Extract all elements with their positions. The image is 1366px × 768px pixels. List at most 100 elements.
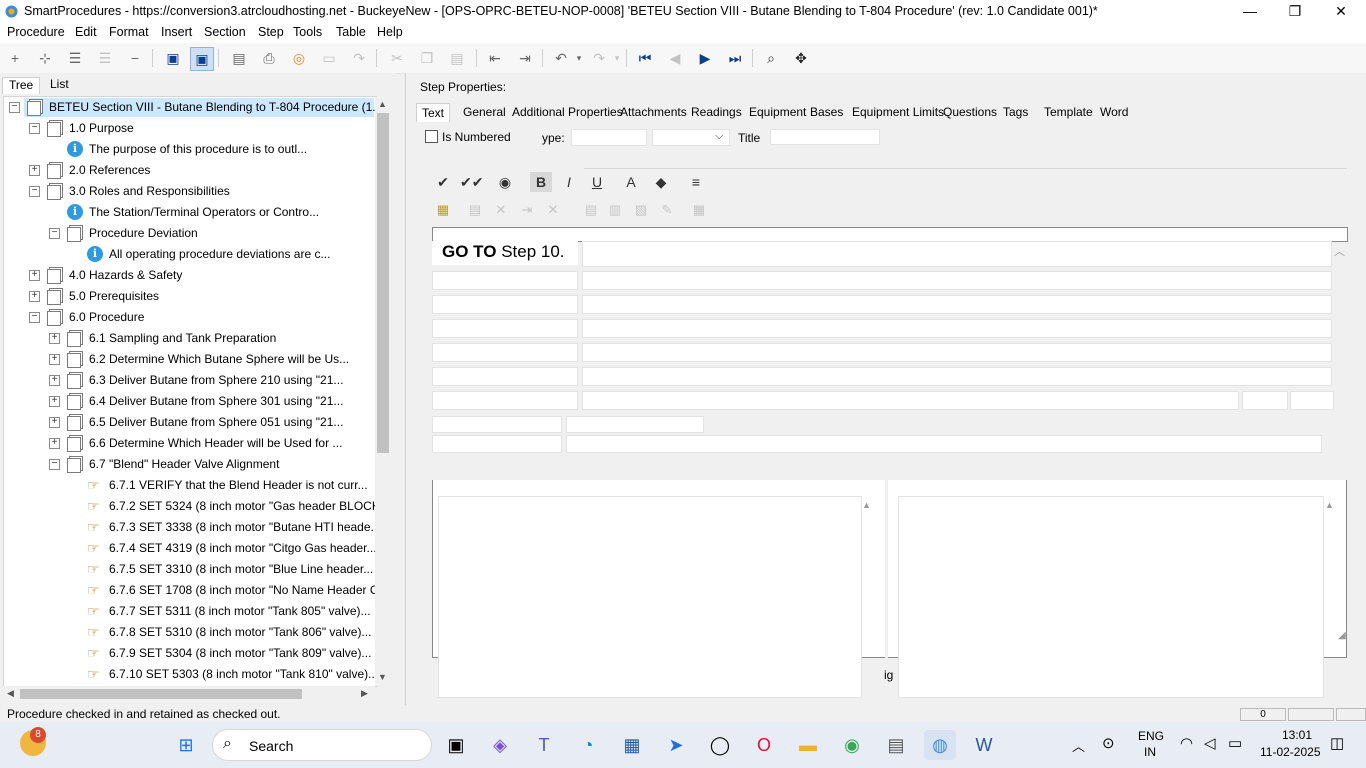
cut-icon[interactable]: ✂ <box>386 47 408 69</box>
grid-cell[interactable] <box>432 343 578 362</box>
menu-procedure[interactable]: Procedure <box>7 25 65 39</box>
notifications-icon[interactable]: ◫ <box>1330 734 1344 752</box>
opera-icon[interactable]: O <box>748 730 780 760</box>
table-edit-icon[interactable]: ✎ <box>656 200 678 220</box>
tab-equipment[interactable]: Equipment <box>744 103 811 123</box>
chrome-icon[interactable]: ◉ <box>836 730 868 760</box>
grid-cell[interactable] <box>432 295 578 314</box>
refresh-icon[interactable]: ◎ <box>288 47 310 69</box>
tab-bases[interactable]: Bases <box>805 103 848 123</box>
tree-node[interactable]: ☞ 6.7.3 SET 3338 (8 inch motor "Butane HT… <box>4 517 376 538</box>
menu-section[interactable]: Section <box>204 25 246 39</box>
first-icon[interactable]: ⏮ <box>634 47 656 69</box>
grid-cell[interactable] <box>432 319 578 338</box>
italic-icon[interactable]: I <box>558 172 580 192</box>
volume-icon[interactable]: ◁ <box>1204 734 1216 752</box>
scroll-thumb[interactable] <box>377 113 389 453</box>
smartprocedures-icon[interactable]: ◍ <box>924 730 956 760</box>
tab-attachments[interactable]: Attachments <box>615 103 692 123</box>
chevron-down-icon[interactable]: ⌵ <box>715 130 723 143</box>
scroll-down-icon[interactable]: ▼ <box>378 672 387 682</box>
bold-icon[interactable]: B <box>530 172 552 192</box>
spellcheck-icon[interactable]: ◉ <box>494 172 516 192</box>
redo-dropdown-icon[interactable]: ▾ <box>606 47 628 69</box>
tree-node[interactable]: − BETEU Section VIII - Butane Blending to… <box>4 97 376 118</box>
table-merge-icon[interactable]: ⇥ <box>516 200 538 220</box>
teams-icon[interactable]: T <box>528 730 560 760</box>
tab-tree[interactable]: Tree <box>2 77 41 94</box>
copilot-icon[interactable]: ◈ <box>484 730 516 760</box>
add-icon[interactable]: + <box>4 47 26 69</box>
table-rows-icon[interactable]: ▤ <box>580 200 602 220</box>
tree-node[interactable]: ☞ 6.7.2 SET 5324 (8 inch motor "Gas heade… <box>4 496 376 517</box>
tree-node[interactable]: ☞ 6.7.1 VERIFY that the Blend Header is n… <box>4 475 376 496</box>
tree-node[interactable]: ☞ 6.7.5 SET 3310 (8 inch motor "Blue Line… <box>4 559 376 580</box>
preview-icon[interactable]: ▭ <box>318 47 340 69</box>
tab-word[interactable]: Word <box>1095 103 1133 123</box>
tab-questions[interactable]: Questions <box>938 103 1002 123</box>
language-line2[interactable]: IN <box>1144 745 1156 759</box>
task-view-icon[interactable]: ▣ <box>440 730 472 760</box>
tree-node[interactable]: +6.5 Deliver Butane from Sphere 051 usin… <box>4 412 376 433</box>
scroll-up-icon[interactable]: ▲ <box>862 500 871 510</box>
tree-node[interactable]: +6.3 Deliver Butane from Sphere 210 usin… <box>4 370 376 391</box>
menu-tools[interactable]: Tools <box>293 25 322 39</box>
tree-node[interactable]: +4.0 Hazards & Safety <box>4 265 376 286</box>
table-split-icon[interactable]: ✕ <box>542 200 564 220</box>
expand-icon[interactable]: + <box>49 375 60 386</box>
app-icon[interactable]: ▤ <box>880 730 912 760</box>
dell-icon[interactable]: ◯ <box>704 730 736 760</box>
grid-cell[interactable] <box>432 391 578 410</box>
tree-node[interactable]: ☞ 6.7.7 SET 5311 (8 inch motor "Tank 805"… <box>4 601 376 622</box>
editor-text-cell[interactable]: GO TO Step 10. <box>432 241 578 265</box>
grid-cell[interactable] <box>582 295 1332 314</box>
scroll-up-icon[interactable]: ︿ <box>1334 243 1345 259</box>
menu-format[interactable]: Format <box>109 25 149 39</box>
redo-list-icon[interactable]: ↷ <box>348 47 370 69</box>
grid-cell[interactable] <box>432 435 562 453</box>
resize-grip-icon[interactable]: ◢ <box>1338 630 1346 641</box>
tree-node[interactable]: ☞ 6.7.10 SET 5303 (8 inch motor "Tank 810… <box>4 664 376 685</box>
undo-dropdown-icon[interactable]: ▾ <box>568 47 590 69</box>
double-check-icon[interactable]: ✔✔ <box>460 172 483 192</box>
check-icon[interactable]: ✔ <box>432 172 454 192</box>
collapse-icon[interactable]: − <box>29 312 40 323</box>
close-button[interactable]: ✕ <box>1318 0 1364 23</box>
scroll-up-icon[interactable]: ▲ <box>1325 500 1334 510</box>
tab-readings[interactable]: Readings <box>686 103 747 123</box>
scroll-right-icon[interactable]: ▶ <box>361 688 368 699</box>
collapse-icon[interactable]: − <box>29 123 40 134</box>
tree-node[interactable]: +6.4 Deliver Butane from Sphere 301 usin… <box>4 391 376 412</box>
tree-node[interactable]: ☞ 6.7.9 SET 5304 (8 inch motor "Tank 809"… <box>4 643 376 664</box>
print-icon[interactable]: ⎙ <box>258 47 280 69</box>
find-icon[interactable]: ⌕ <box>760 47 782 69</box>
menu-edit[interactable]: Edit <box>75 25 97 39</box>
copy-icon[interactable]: ❐ <box>416 47 438 69</box>
grid-cell[interactable] <box>582 343 1332 362</box>
expand-icon[interactable]: + <box>49 333 60 344</box>
tree-node[interactable]: i The purpose of this procedure is to out… <box>4 139 376 160</box>
language-line1[interactable]: ENG <box>1138 729 1164 743</box>
chevron-up-icon[interactable]: ︿ <box>1072 736 1085 755</box>
tab-equipment-limits[interactable]: Equipment Limits <box>847 103 949 123</box>
tab-text[interactable]: Text <box>416 103 451 124</box>
tree-node[interactable]: i All operating procedure deviations are … <box>4 244 376 265</box>
grid-cell[interactable] <box>582 319 1332 338</box>
expand-icon[interactable]: + <box>49 396 60 407</box>
title-field[interactable] <box>770 129 880 145</box>
table-props-icon[interactable]: ▧ <box>630 200 652 220</box>
collapse-icon[interactable]: − <box>49 459 60 470</box>
tab-tags[interactable]: Tags <box>998 103 1033 123</box>
last-icon[interactable]: ⏭ <box>724 47 746 69</box>
tree-node[interactable]: +5.0 Prerequisites <box>4 286 376 307</box>
move-icon[interactable]: ✥ <box>790 47 812 69</box>
underline-icon[interactable]: U <box>586 172 608 192</box>
is-numbered-checkbox[interactable] <box>425 130 438 143</box>
tree-node[interactable]: − 1.0 Purpose <box>4 118 376 139</box>
save-icon[interactable]: ▣ <box>190 47 214 71</box>
tab-general[interactable]: General <box>458 103 511 123</box>
tree-node[interactable]: +6.6 Determine Which Header will be Used… <box>4 433 376 454</box>
table-cols-icon[interactable]: ▥ <box>604 200 626 220</box>
network-icon[interactable]: ⊙ <box>1102 734 1115 752</box>
tree-node[interactable]: ☞ 6.7.4 SET 4319 (8 inch motor "Citgo Gas… <box>4 538 376 559</box>
